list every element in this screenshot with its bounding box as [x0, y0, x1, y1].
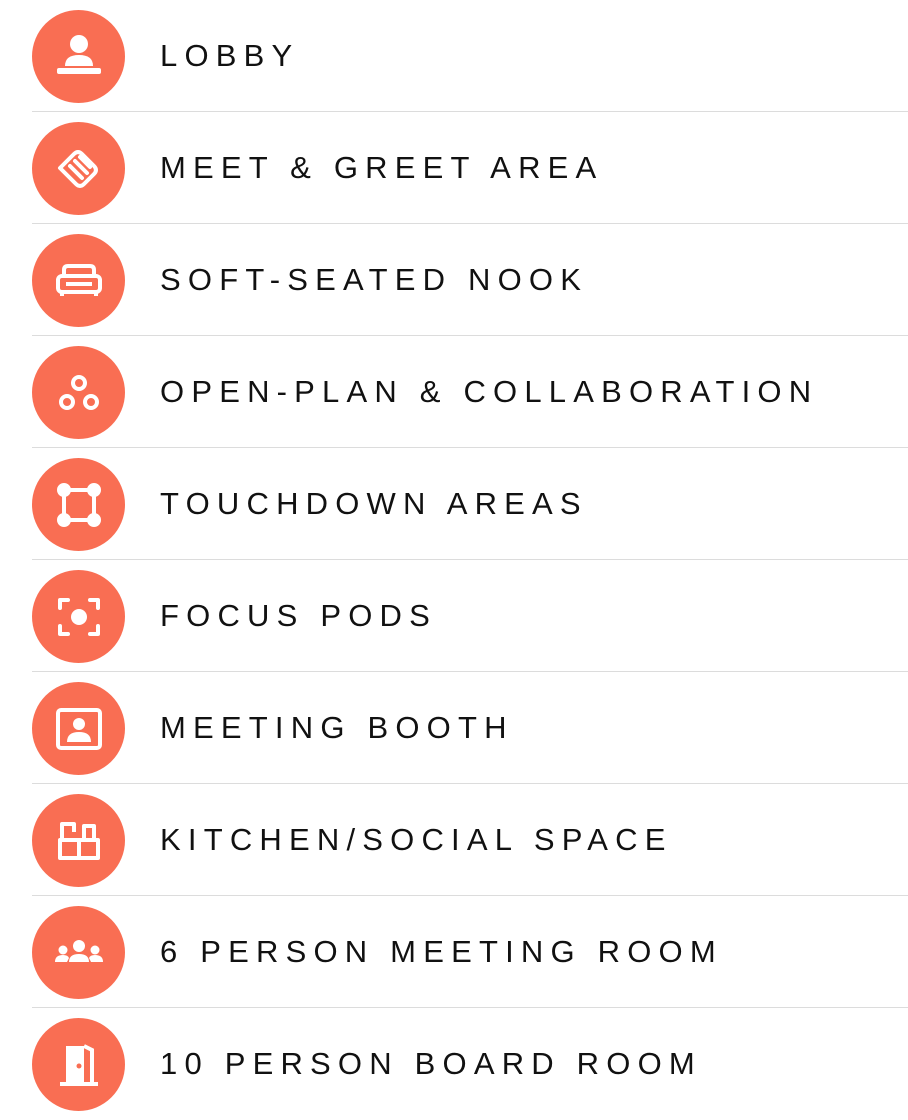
handshake-icon: [32, 122, 125, 215]
three-circles-icon: [32, 346, 125, 439]
list-item-label: KITCHEN/SOCIAL SPACE: [160, 822, 673, 857]
list-item-label: 6 PERSON MEETING ROOM: [160, 934, 723, 969]
list-item-label: 10 PERSON BOARD ROOM: [160, 1046, 702, 1081]
list-item-label: OPEN-PLAN & COLLABORATION: [160, 374, 819, 409]
group-people-icon: [32, 906, 125, 999]
square-nodes-icon: [32, 458, 125, 551]
person-screen-icon: [32, 682, 125, 775]
list-item-label: TOUCHDOWN AREAS: [160, 486, 588, 521]
list-item-meet-greet: MEET & GREET AREA: [0, 112, 908, 224]
sofa-icon: [32, 234, 125, 327]
list-item-meeting-booth: MEETING BOOTH: [0, 672, 908, 784]
list-item-label: LOBBY: [160, 38, 300, 73]
door-icon: [32, 1018, 125, 1111]
list-item-label: MEET & GREET AREA: [160, 150, 604, 185]
list-item-10-person-board-room: 10 PERSON BOARD ROOM: [0, 1008, 908, 1120]
list-item-soft-seated-nook: SOFT-SEATED NOOK: [0, 224, 908, 336]
list-item-6-person-meeting-room: 6 PERSON MEETING ROOM: [0, 896, 908, 1008]
reception-person-icon: [32, 10, 125, 103]
list-item-label: FOCUS PODS: [160, 598, 437, 633]
focus-frame-icon: [32, 570, 125, 663]
list-item-kitchen-social: KITCHEN/SOCIAL SPACE: [0, 784, 908, 896]
list-item-lobby: LOBBY: [0, 0, 908, 112]
list-item-label: MEETING BOOTH: [160, 710, 514, 745]
list-item-label: SOFT-SEATED NOOK: [160, 262, 589, 297]
list-item-touchdown-areas: TOUCHDOWN AREAS: [0, 448, 908, 560]
list-item-focus-pods: FOCUS PODS: [0, 560, 908, 672]
list-item-open-plan: OPEN-PLAN & COLLABORATION: [0, 336, 908, 448]
kitchen-icon: [32, 794, 125, 887]
